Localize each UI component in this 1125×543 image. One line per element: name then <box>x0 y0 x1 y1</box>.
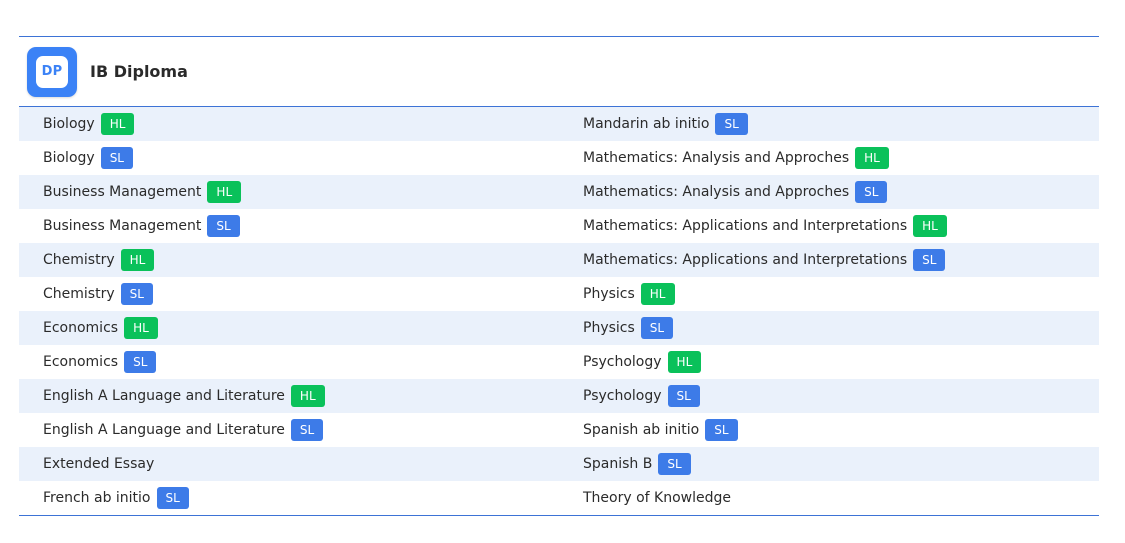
subject-name: Spanish ab initio <box>583 422 700 438</box>
level-badge: HL <box>855 147 889 169</box>
table-row: Chemistry HL Mathematics: Applications and… <box>19 243 1099 277</box>
table-row: French ab initio SL Theory of Knowledge <box>19 481 1099 515</box>
subject-name: English A Language and Literature <box>43 388 285 404</box>
level-badge: HL <box>667 351 702 373</box>
subject-name: Chemistry <box>43 252 115 268</box>
subject-name: Extended Essay <box>43 456 155 472</box>
level-badge: SL <box>124 351 157 373</box>
subject-name: Physics <box>583 286 635 302</box>
subject-cell: French ab initio SL <box>19 481 559 515</box>
subject-cell: Business Management HL <box>19 175 559 209</box>
subject-name: French ab initio <box>43 490 151 506</box>
level-badge: SL <box>667 385 700 407</box>
dp-logo-icon: DP <box>27 46 77 97</box>
subject-name: Economics <box>43 354 119 370</box>
level-badge: SL <box>100 147 133 169</box>
subject-cell: English A Language and Literature HL <box>19 379 559 413</box>
subject-cell: Extended Essay <box>19 447 559 481</box>
table-row: Business Management HL Mathematics: Analys… <box>19 175 1099 209</box>
subject-cell: Economics HL <box>19 311 559 345</box>
subject-name: Spanish B <box>583 456 653 472</box>
subject-name: Business Management <box>43 184 202 200</box>
level-badge: SL <box>156 487 189 509</box>
subject-cell: Mandarin ab initio SL <box>559 107 1099 141</box>
table-row: Biology SL Mathematics: Analysis and Appro… <box>19 141 1099 175</box>
level-badge: SL <box>705 419 738 441</box>
level-badge: SL <box>120 283 153 305</box>
level-badge: HL <box>913 215 947 237</box>
subject-name: Chemistry <box>43 286 115 302</box>
table-row: Biology HL Mandarin ab initio SL <box>19 107 1099 141</box>
subject-cell: Psychology SL <box>559 379 1099 413</box>
subject-cell: Spanish B SL <box>559 447 1099 481</box>
subject-name: Mathematics: Analysis and Approches <box>583 150 850 166</box>
subject-name: Biology <box>43 150 95 166</box>
subject-cell: Mathematics: Analysis and Approches HL <box>559 141 1099 175</box>
level-badge: HL <box>124 317 158 339</box>
table-row: Chemistry SL Physics HL <box>19 277 1099 311</box>
subject-cell: Physics HL <box>559 277 1099 311</box>
subject-cell: Mathematics: Applications and Interpreta… <box>559 243 1099 277</box>
level-badge: SL <box>913 249 946 271</box>
subject-name: Mathematics: Applications and Interpreta… <box>583 252 908 268</box>
subject-cell: Business Management SL <box>19 209 559 243</box>
level-badge: HL <box>290 385 325 407</box>
subject-cell: Biology SL <box>19 141 559 175</box>
level-badge: HL <box>640 283 675 305</box>
table-row: Economics HL Physics SL <box>19 311 1099 345</box>
table-row: Economics SL Psychology HL <box>19 345 1099 379</box>
subject-name: English A Language and Literature <box>43 422 285 438</box>
level-badge: HL <box>100 113 135 135</box>
subject-name: Psychology <box>583 388 662 404</box>
subject-cell: English A Language and Literature SL <box>19 413 559 447</box>
subject-cell: Spanish ab initio SL <box>559 413 1099 447</box>
level-badge: SL <box>855 181 888 203</box>
panel-header: DP IB Diploma <box>19 37 1099 107</box>
subject-name: Theory of Knowledge <box>583 490 731 506</box>
level-badge: HL <box>120 249 155 271</box>
subject-cell: Chemistry HL <box>19 243 559 277</box>
subject-name: Mathematics: Analysis and Approches <box>583 184 850 200</box>
subject-cell: Mathematics: Applications and Interpreta… <box>559 209 1099 243</box>
subject-name: Economics <box>43 320 119 336</box>
level-badge: SL <box>715 113 748 135</box>
subject-name: Mandarin ab initio <box>583 116 710 132</box>
level-badge: SL <box>640 317 674 339</box>
subject-cell: Psychology HL <box>559 345 1099 379</box>
table-row: English A Language and Literature SL Spani… <box>19 413 1099 447</box>
subject-name: Business Management <box>43 218 202 234</box>
panel-title: IB Diploma <box>90 62 188 81</box>
level-badge: SL <box>207 215 240 237</box>
subject-cell: Biology HL <box>19 107 559 141</box>
subject-cell: Physics SL <box>559 311 1099 345</box>
level-badge: SL <box>658 453 691 475</box>
subject-name: Biology <box>43 116 95 132</box>
level-badge: HL <box>207 181 242 203</box>
logo-text: DP <box>36 55 68 88</box>
subject-cell: Chemistry SL <box>19 277 559 311</box>
subject-cell: Economics SL <box>19 345 559 379</box>
subjects-panel: DP IB Diploma Biology HL Mandarin ab initi… <box>19 36 1099 516</box>
table-row: Extended Essay Spanish B SL <box>19 447 1099 481</box>
subject-cell: Theory of Knowledge <box>559 481 1099 515</box>
subject-name: Psychology <box>583 354 662 370</box>
subject-name: Mathematics: Applications and Interpreta… <box>583 218 908 234</box>
subjects-table: Biology HL Mandarin ab initio SL Biology SL Ma… <box>19 107 1099 515</box>
subject-name: Physics <box>583 320 635 336</box>
level-badge: SL <box>290 419 324 441</box>
table-row: English A Language and Literature HL Psych… <box>19 379 1099 413</box>
subject-cell: Mathematics: Analysis and Approches SL <box>559 175 1099 209</box>
table-row: Business Management SL Mathematics: Applic… <box>19 209 1099 243</box>
